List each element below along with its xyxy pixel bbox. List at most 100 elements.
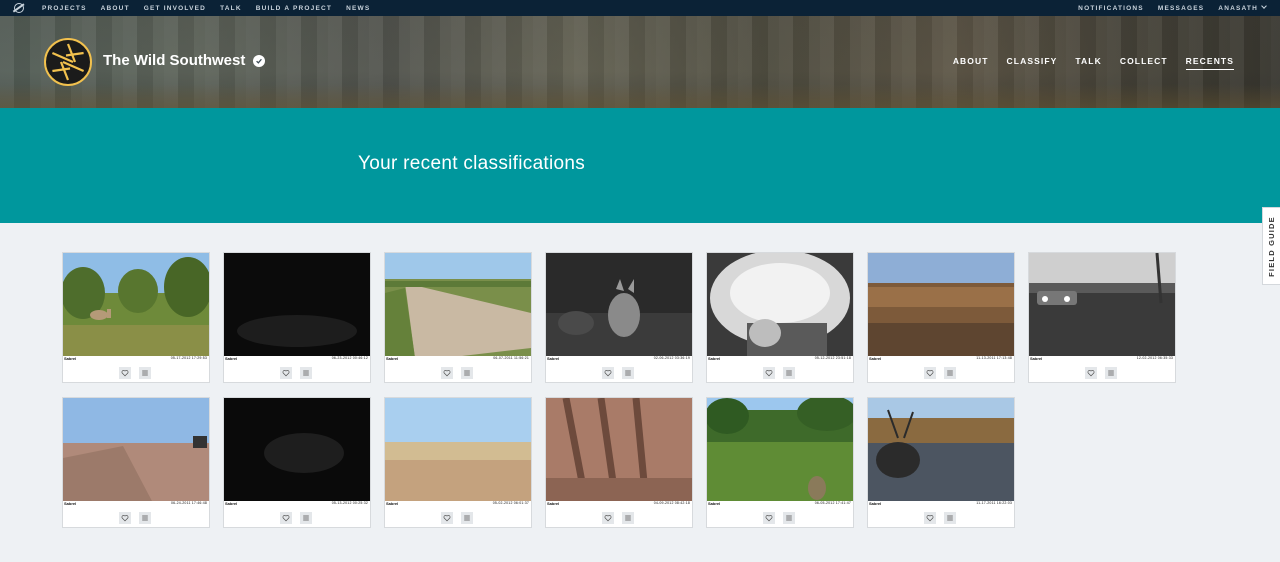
- camera-stamp: Sabrel 04-09-2012 08:42:18: [546, 501, 692, 506]
- favorite-button[interactable]: [602, 512, 614, 524]
- heart-icon: [1087, 370, 1095, 377]
- topbar-left: PROJECTS ABOUT GET INVOLVED TALK BUILD A…: [14, 3, 370, 13]
- verified-check-icon: [253, 54, 266, 67]
- subject-thumbnail[interactable]: [1029, 253, 1175, 358]
- favorite-button[interactable]: [602, 367, 614, 379]
- project-nav-about[interactable]: ABOUT: [953, 56, 989, 70]
- project-nav-talk[interactable]: TALK: [1075, 56, 1101, 70]
- camera-datetime: 05-12-2012 23:51:18: [814, 356, 851, 360]
- project-nav-classify[interactable]: CLASSIFY: [1007, 56, 1058, 70]
- collect-button[interactable]: [139, 367, 151, 379]
- field-guide-tab[interactable]: FIELD GUIDE: [1262, 207, 1280, 285]
- list-icon: [142, 515, 148, 521]
- favorite-button[interactable]: [441, 512, 453, 524]
- subject-thumbnail[interactable]: [707, 398, 853, 503]
- favorite-button[interactable]: [280, 367, 292, 379]
- subject-thumbnail[interactable]: [224, 398, 370, 503]
- user-menu[interactable]: ANASATH: [1218, 3, 1267, 12]
- topbar-link-about[interactable]: ABOUT: [101, 5, 130, 12]
- project-title-link[interactable]: The Wild Southwest: [103, 52, 266, 69]
- page-banner: Your recent classifications: [0, 108, 1280, 223]
- collect-button[interactable]: [461, 512, 473, 524]
- camera-stamp: Sabrel 02-06-2012 03:36:19: [546, 356, 692, 361]
- subject-card: Sabrel 05-17-2012 17:29:53: [62, 252, 210, 383]
- subject-thumbnail[interactable]: [63, 253, 209, 358]
- subject-actions: [119, 367, 151, 379]
- camera-datetime: 06-07-2011 11:56:21: [493, 356, 529, 360]
- favorite-button[interactable]: [924, 512, 936, 524]
- camera-brand: Sabrel: [869, 356, 882, 361]
- topbar-link-build-a-project[interactable]: BUILD A PROJECT: [256, 5, 332, 12]
- subject-thumbnail[interactable]: [385, 253, 531, 358]
- camera-datetime: 05-13-2012 00:25:32: [331, 501, 368, 505]
- subject-thumbnail[interactable]: [385, 398, 531, 503]
- favorite-button[interactable]: [763, 367, 775, 379]
- collect-button[interactable]: [622, 367, 634, 379]
- camera-stamp: Sabrel 06-07-2011 11:56:21: [385, 356, 531, 361]
- collect-button[interactable]: [944, 512, 956, 524]
- project-header: The Wild Southwest ABOUT CLASSIFY TALK C…: [0, 16, 1280, 108]
- subject-card: Sabrel 06-23-2012 00:46:12: [223, 252, 371, 383]
- subject-thumbnail[interactable]: [868, 253, 1014, 358]
- topbar-notifications[interactable]: NOTIFICATIONS: [1078, 5, 1144, 12]
- camera-brand: Sabrel: [64, 356, 77, 361]
- topbar-link-news[interactable]: NEWS: [346, 5, 370, 12]
- favorite-button[interactable]: [280, 512, 292, 524]
- heart-icon: [765, 370, 773, 377]
- subject-card: Sabrel 12-02-2012 06:35:33: [1028, 252, 1176, 383]
- project-nav-collect[interactable]: COLLECT: [1120, 56, 1168, 70]
- camera-stamp: Sabrel 06-24-2011 17:46:48: [63, 501, 209, 506]
- favorite-button[interactable]: [924, 367, 936, 379]
- camera-datetime: 06-23-2012 00:46:12: [331, 356, 368, 360]
- subject-card: Sabrel 04-09-2012 08:42:18: [545, 397, 693, 528]
- subject-thumbnail[interactable]: [546, 398, 692, 503]
- collect-button[interactable]: [300, 367, 312, 379]
- topbar-messages[interactable]: MESSAGES: [1158, 5, 1204, 12]
- collect-button[interactable]: [622, 512, 634, 524]
- camera-brand: Sabrel: [547, 501, 560, 506]
- favorite-button[interactable]: [119, 367, 131, 379]
- topbar-link-projects[interactable]: PROJECTS: [42, 5, 87, 12]
- topbar-link-get-involved[interactable]: GET INVOLVED: [144, 5, 206, 12]
- camera-datetime: 05-17-2012 17:29:53: [170, 356, 207, 360]
- collect-button[interactable]: [300, 512, 312, 524]
- collect-button[interactable]: [1105, 367, 1117, 379]
- subject-actions: [280, 512, 312, 524]
- collect-button[interactable]: [944, 367, 956, 379]
- camera-stamp: Sabrel 11-13-2011 17:13:48: [868, 356, 1014, 361]
- heart-icon: [765, 515, 773, 522]
- subject-thumbnail[interactable]: [546, 253, 692, 358]
- camera-datetime: 06-24-2011 17:46:48: [170, 501, 207, 505]
- camera-brand: Sabrel: [708, 501, 721, 506]
- subject-thumbnail[interactable]: [224, 253, 370, 358]
- subject-actions: [763, 512, 795, 524]
- favorite-button[interactable]: [763, 512, 775, 524]
- favorite-button[interactable]: [119, 512, 131, 524]
- favorite-button[interactable]: [441, 367, 453, 379]
- aperture-icon: [48, 42, 88, 82]
- list-icon: [947, 515, 953, 521]
- topbar-link-talk[interactable]: TALK: [220, 5, 242, 12]
- subject-thumbnail[interactable]: [868, 398, 1014, 503]
- camera-datetime: 11-13-2011 17:13:48: [976, 356, 1012, 360]
- camera-stamp: Sabrel 05-17-2012 17:29:53: [63, 356, 209, 361]
- camera-stamp: Sabrel 05-12-2012 23:51:18: [707, 356, 853, 361]
- collect-button[interactable]: [783, 367, 795, 379]
- project-avatar-icon[interactable]: [44, 38, 92, 86]
- subject-thumbnail[interactable]: [707, 253, 853, 358]
- zooniverse-logo-icon[interactable]: [14, 3, 24, 13]
- subject-actions: [602, 367, 634, 379]
- subject-actions: [441, 367, 473, 379]
- collect-button[interactable]: [461, 367, 473, 379]
- camera-brand: Sabrel: [225, 356, 238, 361]
- project-nav-recents[interactable]: RECENTS: [1185, 56, 1234, 70]
- heart-icon: [604, 515, 612, 522]
- camera-brand: Sabrel: [547, 356, 560, 361]
- collect-button[interactable]: [783, 512, 795, 524]
- favorite-button[interactable]: [1085, 367, 1097, 379]
- page-title: Your recent classifications: [358, 153, 586, 174]
- collect-button[interactable]: [139, 512, 151, 524]
- camera-datetime: 12-02-2012 06:35:33: [1136, 356, 1173, 360]
- subject-card: Sabrel 11-17-2011 16:22:03: [867, 397, 1015, 528]
- subject-thumbnail[interactable]: [63, 398, 209, 503]
